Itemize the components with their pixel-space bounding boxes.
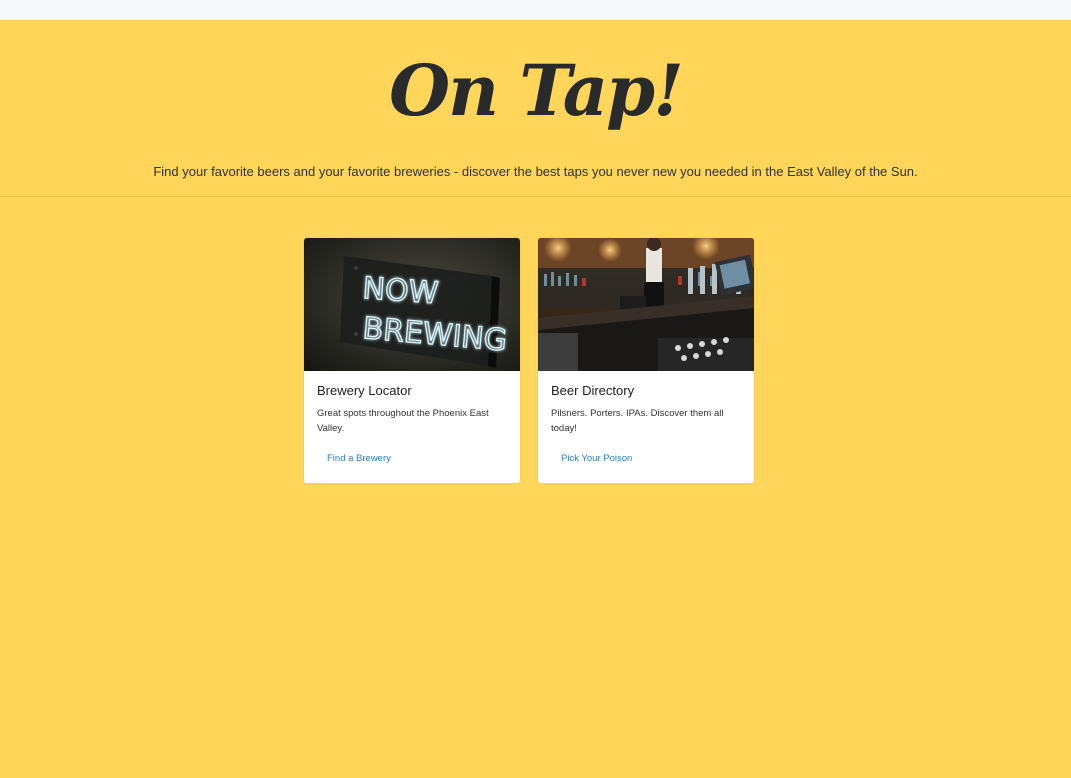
bar-scene-image bbox=[538, 238, 754, 371]
top-bar bbox=[0, 0, 1071, 20]
pick-your-poison-link[interactable]: Pick Your Poison bbox=[561, 452, 632, 466]
neon-sign-image: NOW BREWING bbox=[304, 238, 520, 371]
brewery-locator-card: NOW BREWING Brewery Locator Great spots … bbox=[304, 238, 520, 483]
card-text: Great spots throughout the Phoenix East … bbox=[317, 408, 489, 434]
card-title: Beer Directory bbox=[551, 383, 635, 398]
beer-directory-card: Beer Directory Pilsners. Porters. IPAs. … bbox=[538, 238, 754, 483]
find-brewery-link[interactable]: Find a Brewery bbox=[327, 452, 391, 466]
hero-subtitle: Find your favorite beers and your favori… bbox=[153, 164, 918, 179]
card-text: Pilsners. Porters. IPAs. Discover them a… bbox=[551, 408, 724, 434]
neon-text-now: NOW bbox=[361, 271, 439, 311]
hero-section: On Tap! Find your favorite beers and you… bbox=[0, 20, 1071, 197]
card-title: Brewery Locator bbox=[317, 383, 412, 398]
page-title: On Tap! bbox=[389, 49, 684, 132]
